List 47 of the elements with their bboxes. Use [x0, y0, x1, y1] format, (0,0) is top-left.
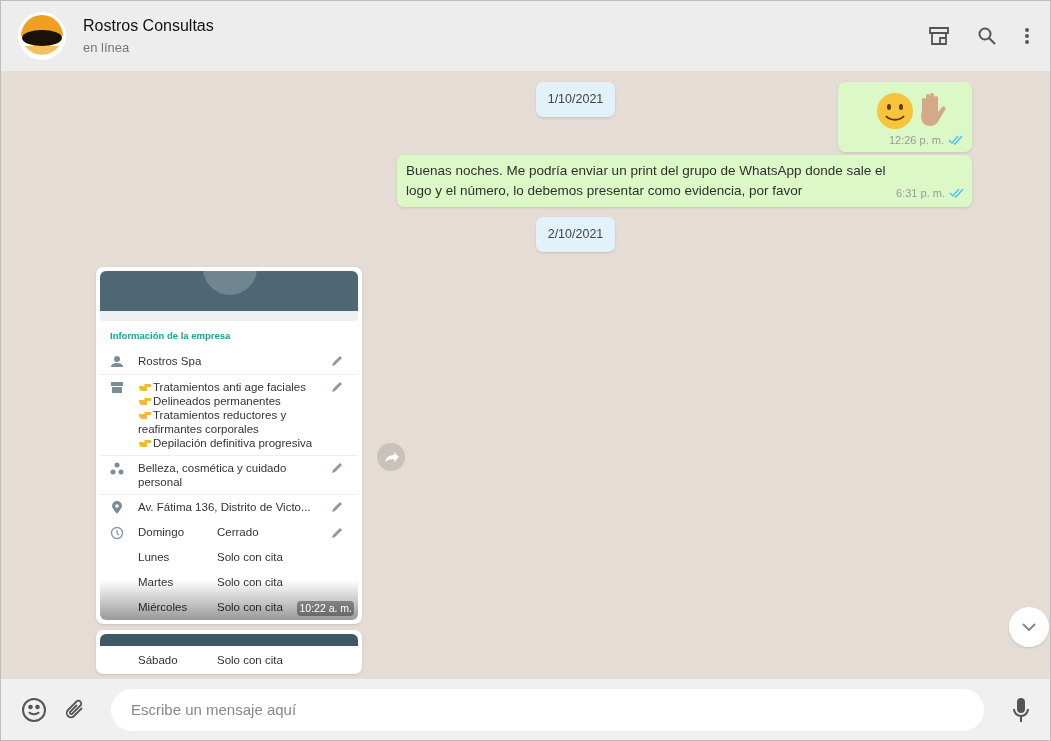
scroll-down-button[interactable]	[1009, 607, 1049, 647]
message-time: 10:22 a. m.	[297, 600, 354, 617]
message-text: Buenas noches. Me podría enviar un print del grupo de WhatsApp donde sale el logo y el número, lo debemos presentar como evidencia, por favor	[406, 162, 887, 201]
pencil-icon	[330, 461, 344, 476]
hours-value: Cerrado	[217, 525, 259, 541]
pointing-hand-icon	[138, 382, 152, 393]
day-label: Sábado	[138, 652, 179, 668]
pencil-icon	[330, 380, 344, 395]
menu-icon[interactable]	[1024, 27, 1030, 45]
person-icon	[110, 355, 124, 370]
store-icon	[110, 381, 124, 396]
shapes-icon	[110, 462, 124, 477]
microphone-icon[interactable]	[1012, 696, 1030, 723]
info-text: Tratamientos anti age faciales Delineados permanentes Tratamientos reductores y reafirmantes corporales Depilación definitiva progresiva	[138, 380, 314, 451]
info-text: Belleza, cosmética y cuidado personal	[138, 461, 288, 490]
message-time: 12:26 p. m.	[888, 132, 944, 148]
hours-value: Solo con cita	[217, 550, 283, 566]
hours-value: Solo con cita	[217, 652, 283, 668]
pencil-icon	[330, 525, 344, 540]
store-icon[interactable]	[928, 25, 950, 47]
emoji-icon[interactable]	[21, 696, 47, 723]
hours-value: Solo con cita	[217, 575, 283, 591]
location-pin-icon	[110, 501, 124, 516]
pointing-hand-icon	[138, 396, 152, 407]
day-label: Domingo	[138, 525, 186, 541]
pointing-hand-icon	[138, 438, 152, 449]
hours-value: Solo con cita	[217, 600, 283, 616]
pointing-hand-icon	[138, 410, 152, 421]
pencil-icon	[330, 500, 344, 515]
message-input[interactable]: Escribe un mensaje aquí	[111, 688, 984, 731]
avatar-icon[interactable]	[17, 11, 67, 61]
day-label: Miércoles	[138, 600, 189, 616]
status-text: en línea	[83, 39, 131, 58]
info-text: Av. Fátima 136, Distrito de Victo...	[138, 500, 312, 515]
search-icon[interactable]	[978, 27, 996, 45]
smiley-icon	[876, 91, 914, 130]
date-label: 1/10/2021	[535, 82, 616, 117]
day-label: Martes	[138, 575, 175, 591]
chevron-down-icon	[1022, 623, 1036, 631]
clock-icon	[110, 525, 124, 540]
date-label: 2/10/2021	[535, 217, 616, 252]
message-time: 6:31 p. m.	[896, 185, 945, 201]
day-label: Lunes	[138, 550, 171, 566]
chat-title: Rostros Consultas	[83, 16, 214, 37]
info-text: Rostros Spa	[138, 354, 203, 369]
section-title: Información de la empresa	[109, 329, 232, 343]
pencil-icon	[330, 354, 344, 369]
